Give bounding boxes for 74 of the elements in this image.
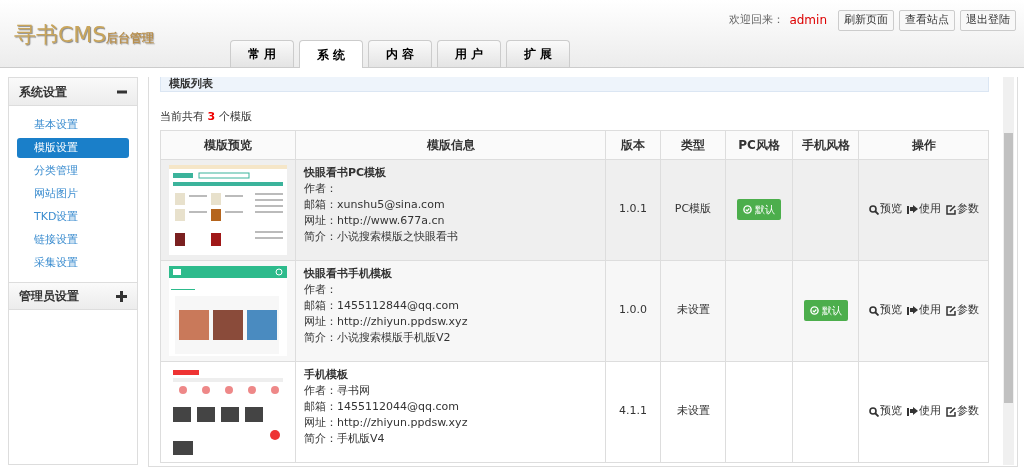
info-line: 邮箱：1455112044@qq.com <box>304 398 460 415</box>
column-header: 操作 <box>858 130 989 159</box>
logo-title: 寻书CMS <box>14 21 107 49</box>
version-cell: 1.0.0 <box>605 260 661 361</box>
sidebar-item[interactable]: 分类管理 <box>17 161 129 181</box>
header-button[interactable]: 查看站点 <box>899 10 955 31</box>
action-link[interactable]: 使用 <box>906 403 941 420</box>
header-button[interactable]: 退出登陆 <box>960 10 1016 31</box>
info-line: 作者： <box>304 281 338 298</box>
column-header: 版本 <box>605 130 661 159</box>
type-cell: 未设置 <box>660 361 726 462</box>
info-line: 网址：http://zhiyun.ppdsw.xyz <box>304 414 469 431</box>
user-name: admin <box>789 12 827 30</box>
info-line: 简介：手机版V4 <box>304 430 386 447</box>
action-link[interactable]: 参数 <box>945 403 979 420</box>
info-line: 网址：http://zhiyun.ppdsw.xyz <box>304 313 469 330</box>
check-circle-icon <box>809 306 819 315</box>
type-cell: 未设置 <box>660 260 726 361</box>
edit-icon <box>945 406 956 417</box>
nav-tab[interactable]: 内 容 <box>368 40 432 67</box>
panel-heading: 模版列表 <box>160 77 989 92</box>
sidebar-item[interactable]: 模版设置 <box>17 138 129 158</box>
search-icon <box>868 305 879 316</box>
sidebar-group-title: 系统设置 <box>19 83 67 101</box>
search-icon <box>868 204 879 215</box>
column-header: 类型 <box>660 130 726 159</box>
check-circle-icon <box>743 205 752 214</box>
sidebar-group-title: 管理员设置 <box>19 288 79 305</box>
sidebar-group-header[interactable]: 系统设置 <box>9 78 137 106</box>
action-link[interactable]: 预览 <box>868 403 902 420</box>
version-cell: 1.0.1 <box>605 159 661 260</box>
column-header: PC风格 <box>725 130 793 159</box>
share-icon <box>906 406 918 417</box>
template-count-text: 当前共有 3 个模版 <box>160 110 252 123</box>
share-icon <box>906 204 918 215</box>
sidebar-item[interactable]: 采集设置 <box>17 253 129 273</box>
template-name: 快眼看书PC模板 <box>304 164 388 181</box>
sidebar-item[interactable]: 链接设置 <box>17 230 129 250</box>
info-line: 作者：寻书网 <box>304 382 371 399</box>
action-link[interactable]: 使用 <box>906 302 941 319</box>
template-name: 快眼看书手机模板 <box>304 265 393 282</box>
sidebar-item[interactable]: TKD设置 <box>17 207 129 227</box>
action-link[interactable]: 预览 <box>868 302 902 319</box>
info-line: 网址：http://www.677a.cn <box>304 212 446 229</box>
info-line: 邮箱：xunshu5@sina.com <box>304 196 446 213</box>
share-icon <box>906 305 918 316</box>
info-line: 简介：小说搜索模版手机版V2 <box>304 329 452 346</box>
nav-tab[interactable]: 系 统 <box>299 40 363 68</box>
column-header: 手机风格 <box>792 130 859 159</box>
info-line: 邮箱：1455112844@qq.com <box>304 297 460 314</box>
action-link[interactable]: 使用 <box>906 201 941 218</box>
welcome-text: 欢迎回来： <box>729 12 785 28</box>
info-line: 简介：小说搜索模版之快眼看书 <box>304 228 459 245</box>
type-cell: PC模版 <box>660 159 726 260</box>
action-link[interactable]: 参数 <box>945 201 979 218</box>
column-header: 模版信息 <box>295 130 606 159</box>
column-header: 模版预览 <box>160 130 296 159</box>
nav-tab[interactable]: 扩 展 <box>506 40 570 67</box>
header-button[interactable]: 刷新页面 <box>838 10 894 31</box>
scrollbar[interactable] <box>1003 77 1014 465</box>
edit-icon <box>945 305 956 316</box>
sidebar-item[interactable]: 基本设置 <box>17 115 129 135</box>
action-link[interactable]: 参数 <box>945 302 979 319</box>
search-icon <box>868 406 879 417</box>
sidebar-group-header[interactable]: 管理员设置 <box>9 282 137 310</box>
nav-tab[interactable]: 用 户 <box>437 40 501 67</box>
template-name: 手机模板 <box>304 366 349 383</box>
info-line: 作者： <box>304 180 338 197</box>
logo-subtitle: 后台管理 <box>106 31 155 47</box>
edit-icon <box>945 204 956 215</box>
version-cell: 4.1.1 <box>605 361 661 462</box>
nav-tab[interactable]: 常 用 <box>230 40 294 67</box>
action-link[interactable]: 预览 <box>868 201 902 218</box>
sidebar-item[interactable]: 网站图片 <box>17 184 129 204</box>
